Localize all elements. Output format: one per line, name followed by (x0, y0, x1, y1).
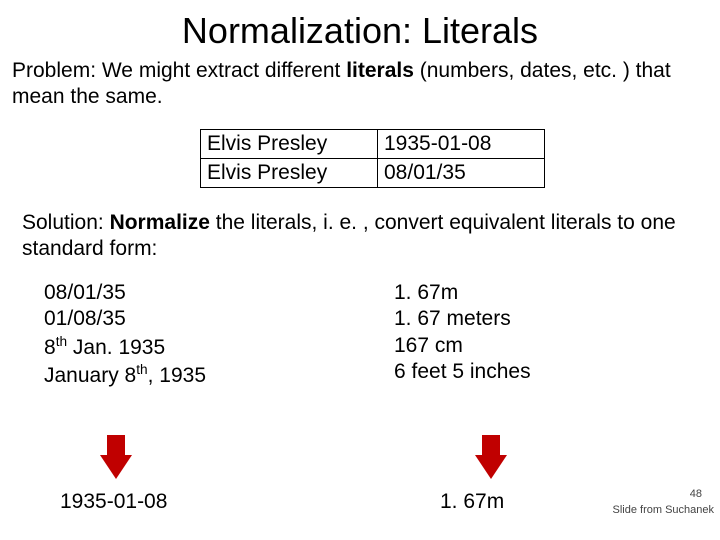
length-variant-2: 1. 67 meters (394, 306, 531, 332)
cell-name-2: Elvis Presley (201, 158, 378, 187)
d3-post: Jan. 1935 (67, 336, 165, 359)
problem-bold: literals (346, 59, 414, 82)
d4-sup: th (136, 362, 147, 377)
table-row: Elvis Presley 08/01/35 (201, 158, 545, 187)
solution-text: Solution: Normalize the literals, i. e. … (0, 210, 720, 263)
page-number: 48 (690, 488, 702, 500)
length-variant-1: 1. 67m (394, 280, 531, 306)
credit-text: Slide from Suchanek (613, 504, 715, 516)
problem-prefix: Problem: We might extract different (12, 59, 346, 82)
solution-bold: Normalize (110, 211, 210, 234)
d4-post: , 1935 (148, 364, 206, 387)
normalized-length: 1. 67m (440, 490, 504, 514)
cell-date-1: 1935-01-08 (378, 129, 545, 158)
date-variant-1: 08/01/35 (44, 280, 384, 306)
example-table: Elvis Presley 1935-01-08 Elvis Presley 0… (200, 129, 545, 188)
slide-title: Normalization: Literals (0, 0, 720, 58)
date-variant-3: 8th Jan. 1935 (44, 333, 384, 361)
cell-date-2: 08/01/35 (378, 158, 545, 187)
problem-text: Problem: We might extract different lite… (0, 58, 720, 111)
solution-prefix: Solution: (22, 211, 110, 234)
date-variant-4: January 8th, 1935 (44, 361, 384, 389)
d3-pre: 8 (44, 336, 56, 359)
arrow-down-icon (475, 455, 507, 479)
d4-pre: January 8 (44, 364, 136, 387)
length-variant-4: 6 feet 5 inches (394, 359, 531, 385)
length-variants: 1. 67m 1. 67 meters 167 cm 6 feet 5 inch… (384, 280, 531, 389)
normalized-date: 1935-01-08 (60, 490, 167, 514)
examples-row: 08/01/35 01/08/35 8th Jan. 1935 January … (0, 280, 720, 389)
table-row: Elvis Presley 1935-01-08 (201, 129, 545, 158)
date-variants: 08/01/35 01/08/35 8th Jan. 1935 January … (0, 280, 384, 389)
date-variant-2: 01/08/35 (44, 306, 384, 332)
arrow-down-icon (100, 455, 132, 479)
cell-name-1: Elvis Presley (201, 129, 378, 158)
d3-sup: th (56, 334, 67, 349)
length-variant-3: 167 cm (394, 333, 531, 359)
